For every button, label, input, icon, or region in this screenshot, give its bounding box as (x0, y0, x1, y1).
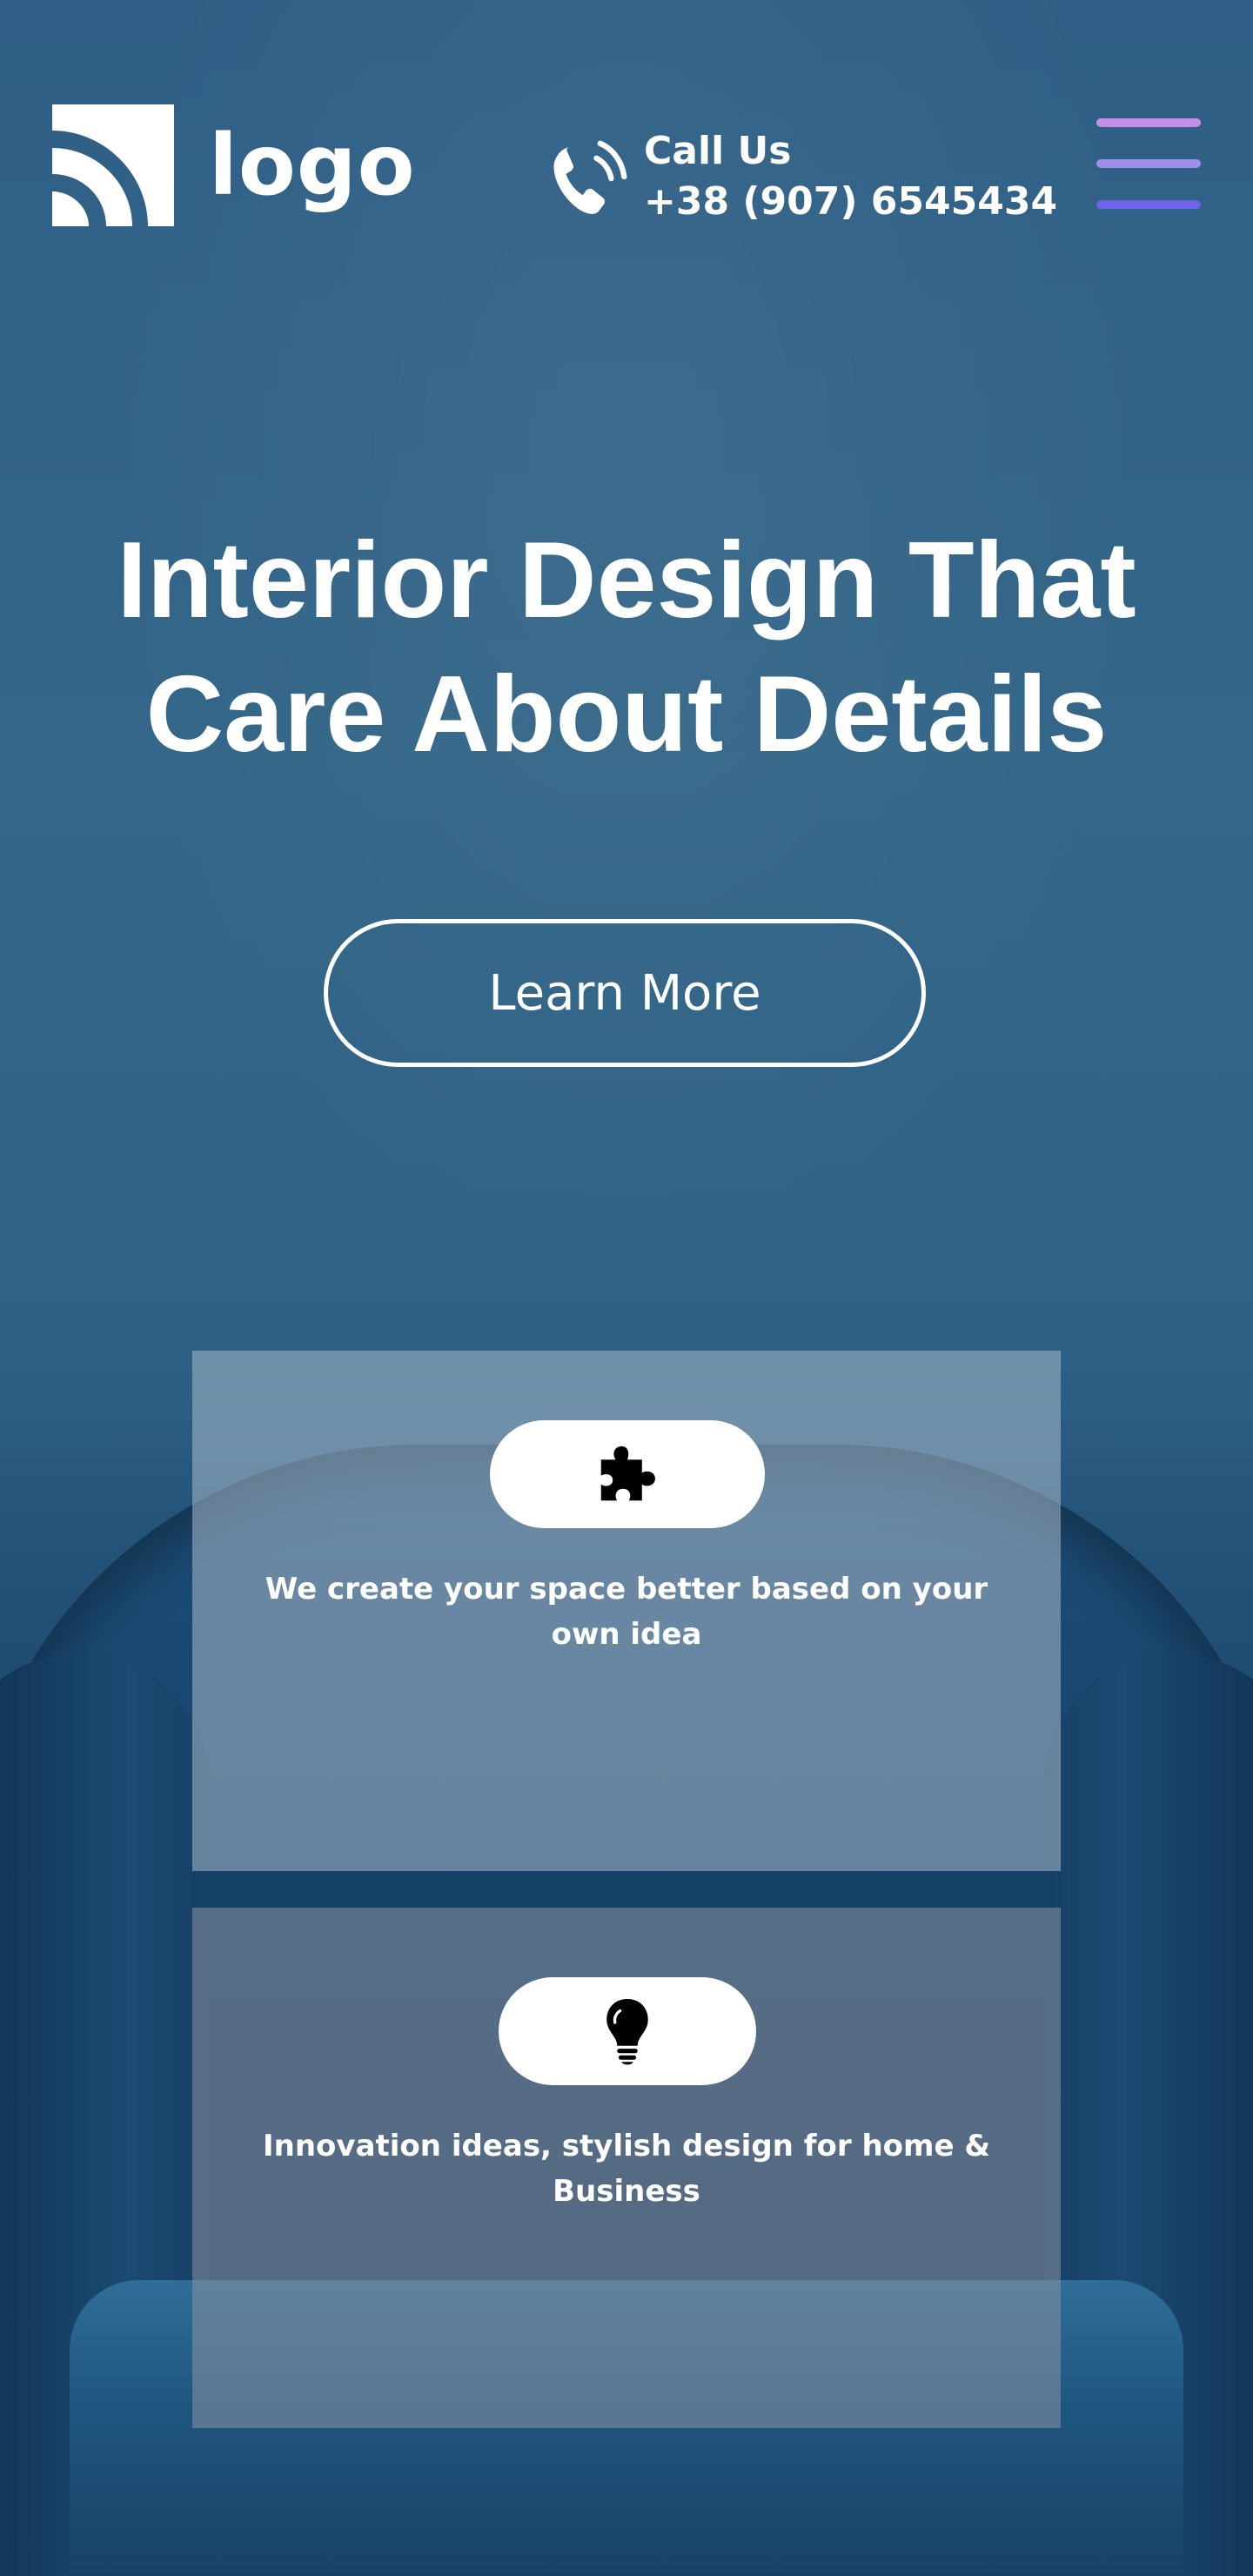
puzzle-icon (600, 1446, 655, 1501)
call-us-label: Call Us (644, 129, 792, 173)
site-logo[interactable]: logo (52, 104, 418, 226)
feature-card: Innovation ideas, stylish design for hom… (192, 1908, 1061, 2428)
feature-card: We create your space better based on you… (192, 1351, 1061, 1871)
lightbulb-icon (606, 1999, 648, 2065)
menu-line-bottom (1096, 200, 1201, 209)
learn-more-button[interactable]: Learn More (324, 919, 926, 1067)
logo-text: logo (209, 117, 416, 214)
menu-line-top (1096, 118, 1201, 127)
hero-title: Interior Design That Care About Details (52, 513, 1201, 782)
hero-title-line-1: Interior Design That (117, 520, 1136, 641)
hamburger-menu-icon[interactable] (1096, 118, 1201, 209)
feature-icon-pill (490, 1420, 765, 1528)
feature-text: Innovation ideas, stylish design for hom… (262, 2129, 991, 2209)
feature-text: We create your space better based on you… (265, 1572, 988, 1652)
page: logo Call Us +38 (907) 6545434 Interior … (0, 0, 1253, 2576)
logo-mark-icon (52, 104, 174, 226)
hero-title-line-2: Care About Details (145, 654, 1108, 775)
feature-icon-pill (499, 1977, 756, 2085)
call-us-block[interactable]: Call Us +38 (907) 6545434 (543, 120, 1065, 233)
menu-line-middle (1096, 159, 1201, 168)
phone-number[interactable]: +38 (907) 6545434 (644, 177, 1057, 227)
phone-icon (553, 140, 627, 214)
